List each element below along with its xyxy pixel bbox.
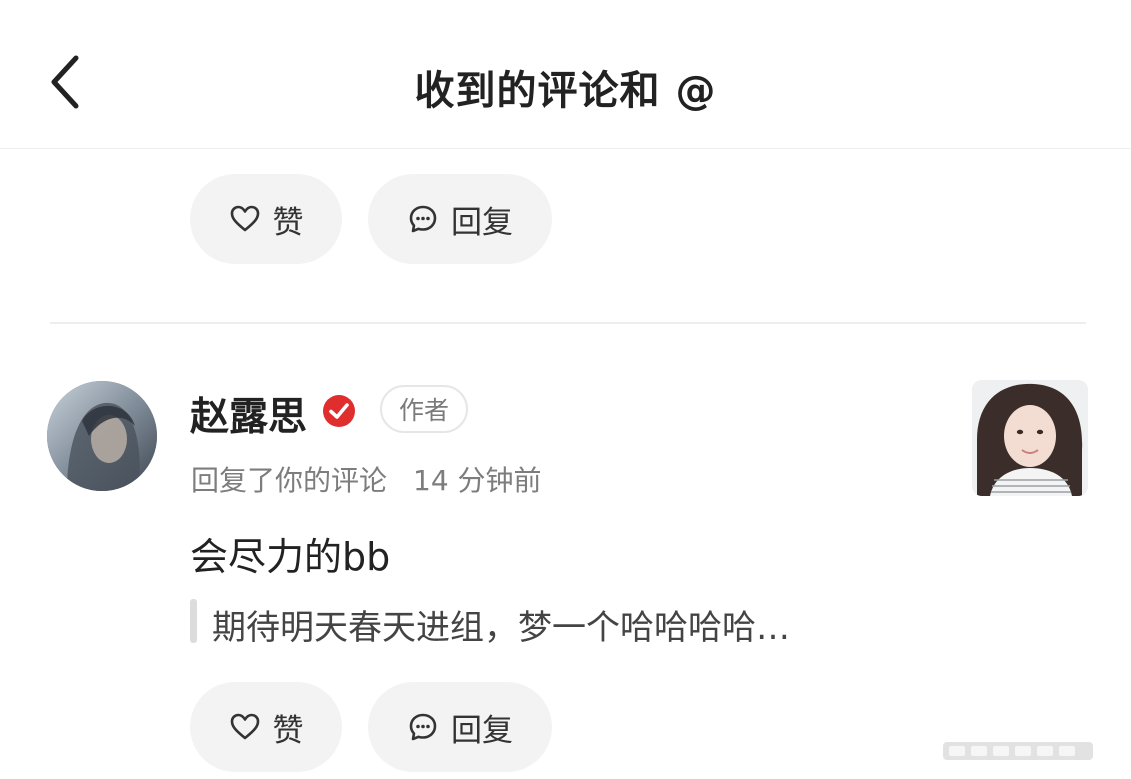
like-label: 赞 bbox=[272, 204, 304, 241]
comment-text[interactable]: 会尽力的bb bbox=[190, 526, 390, 581]
like-button[interactable]: 赞 bbox=[190, 682, 342, 772]
watermark-logo bbox=[943, 742, 1093, 760]
comment-meta: 回复了你的评论 14 分钟前 bbox=[191, 459, 542, 499]
avatar[interactable] bbox=[47, 381, 157, 491]
timestamp: 14 分钟前 bbox=[413, 464, 542, 497]
avatar-image bbox=[47, 381, 157, 491]
username[interactable]: 赵露思 bbox=[190, 386, 307, 442]
thumbnail-image bbox=[972, 380, 1088, 496]
action-text: 回复了你的评论 bbox=[191, 464, 388, 497]
chat-bubble-icon bbox=[409, 205, 437, 233]
page-title: 收到的评论和 @ bbox=[414, 68, 717, 114]
quoted-comment[interactable]: 期待明天春天进组，梦一个哈哈哈哈… bbox=[212, 600, 790, 649]
reply-button[interactable]: 回复 bbox=[368, 174, 552, 264]
verified-badge-icon bbox=[323, 395, 355, 427]
reply-button[interactable]: 回复 bbox=[368, 682, 552, 772]
reply-label: 回复 bbox=[451, 712, 513, 749]
heart-icon bbox=[230, 713, 259, 740]
top-nav-bar: 收到的评论和 @ bbox=[0, 0, 1131, 149]
author-badge: 作者 bbox=[380, 385, 468, 433]
post-thumbnail[interactable] bbox=[972, 380, 1088, 496]
like-button[interactable]: 赞 bbox=[190, 174, 342, 264]
chat-bubble-icon bbox=[409, 713, 437, 741]
reply-label: 回复 bbox=[451, 204, 513, 241]
heart-icon bbox=[230, 205, 259, 232]
like-label: 赞 bbox=[272, 712, 304, 749]
divider bbox=[50, 322, 1086, 324]
quote-bar bbox=[190, 599, 197, 643]
